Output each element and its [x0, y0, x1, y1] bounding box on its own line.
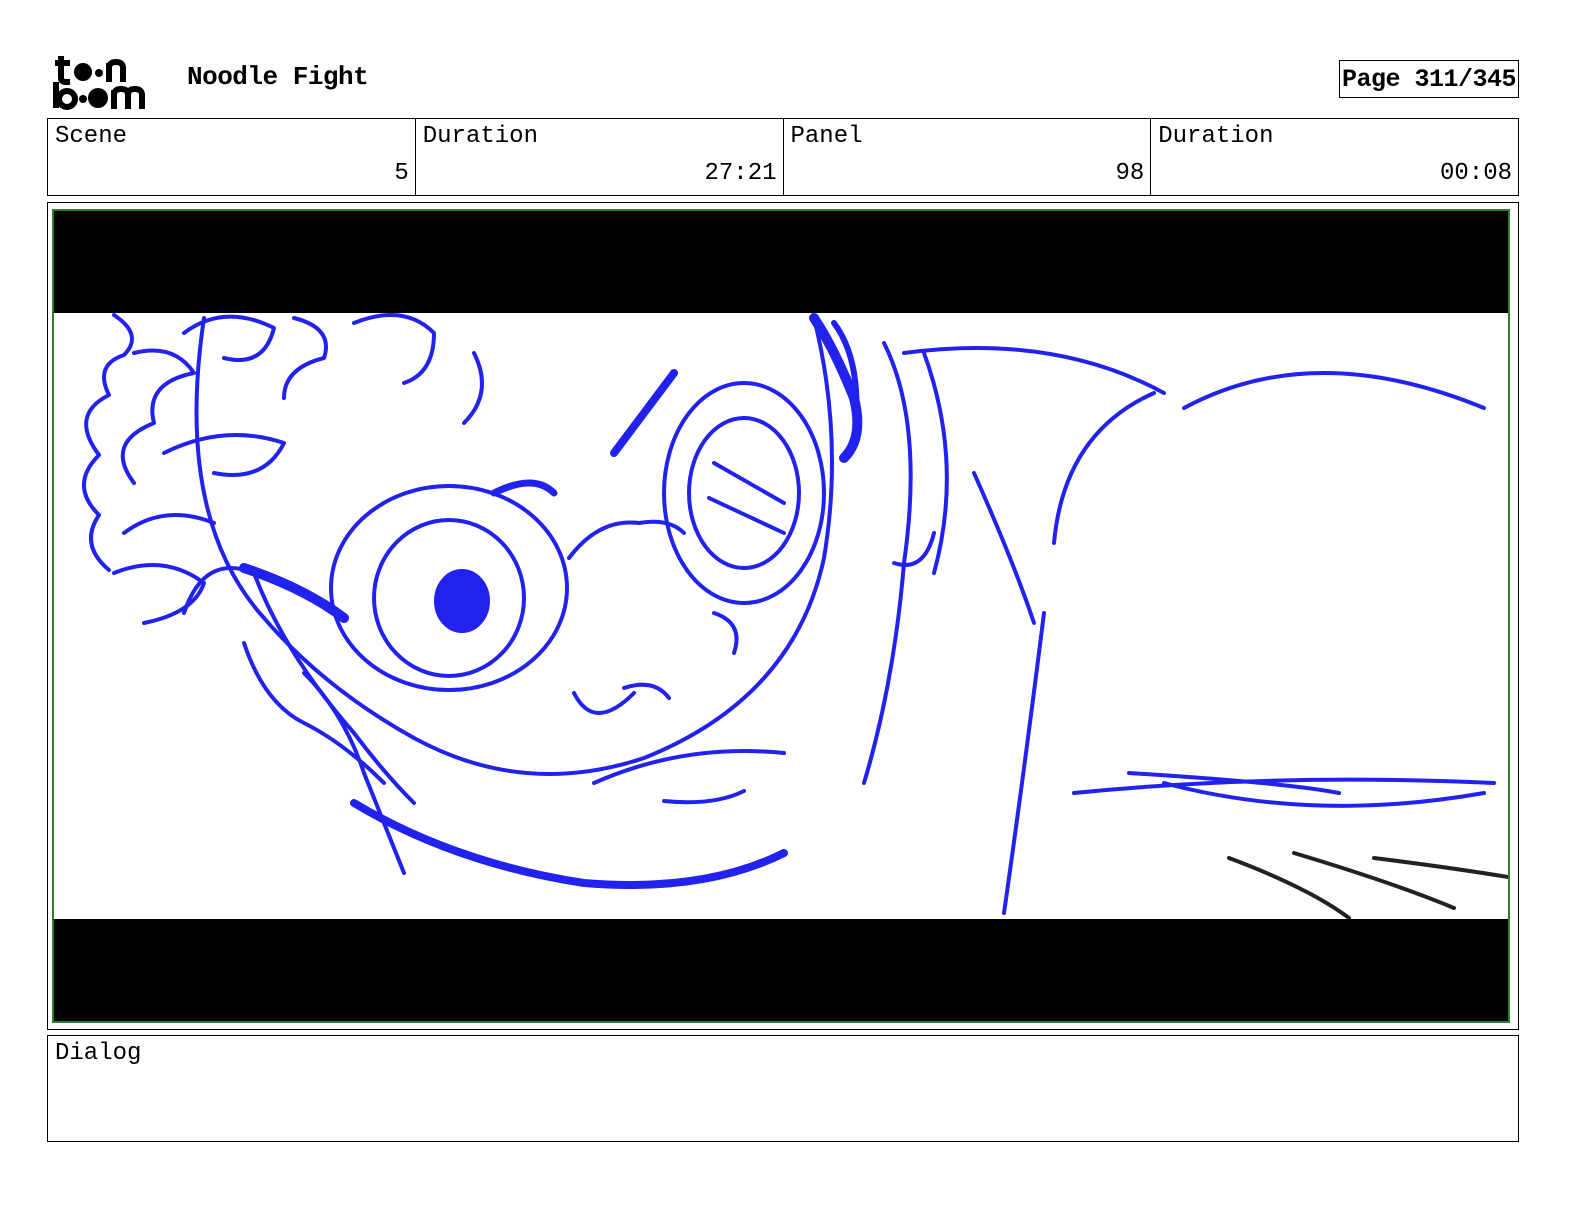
scene-cell: Scene 5	[48, 119, 416, 195]
panel-cell: Panel 98	[784, 119, 1152, 195]
page-number: Page 311/345	[1339, 60, 1519, 98]
dialog-box: Dialog	[47, 1035, 1519, 1142]
scene-duration-label: Duration	[422, 123, 538, 150]
panel-frame	[47, 202, 1519, 1030]
panel-duration-label: Duration	[1158, 123, 1274, 150]
toonboom-logo	[53, 56, 145, 110]
character-sketch	[82, 313, 1508, 919]
letterbox-bottom	[54, 919, 1508, 1021]
storyboard-panel-image	[52, 209, 1510, 1023]
scene-duration-value: 27:21	[704, 160, 777, 187]
letterbox-top	[54, 211, 1508, 313]
scene-duration-cell: Duration 27:21	[416, 119, 784, 195]
panel-duration-cell: Duration 00:08	[1151, 119, 1518, 195]
panel-value: 98	[1115, 160, 1145, 187]
scene-value: 5	[394, 160, 409, 187]
dialog-label: Dialog	[55, 1040, 142, 1067]
panel-info-row: Scene 5 Duration 27:21 Panel 98 Duration…	[47, 118, 1519, 196]
panel-label: Panel	[790, 123, 863, 150]
panel-duration-value: 00:08	[1439, 160, 1512, 187]
scene-label: Scene	[55, 123, 128, 150]
project-title: Noodle Fight	[187, 62, 369, 92]
